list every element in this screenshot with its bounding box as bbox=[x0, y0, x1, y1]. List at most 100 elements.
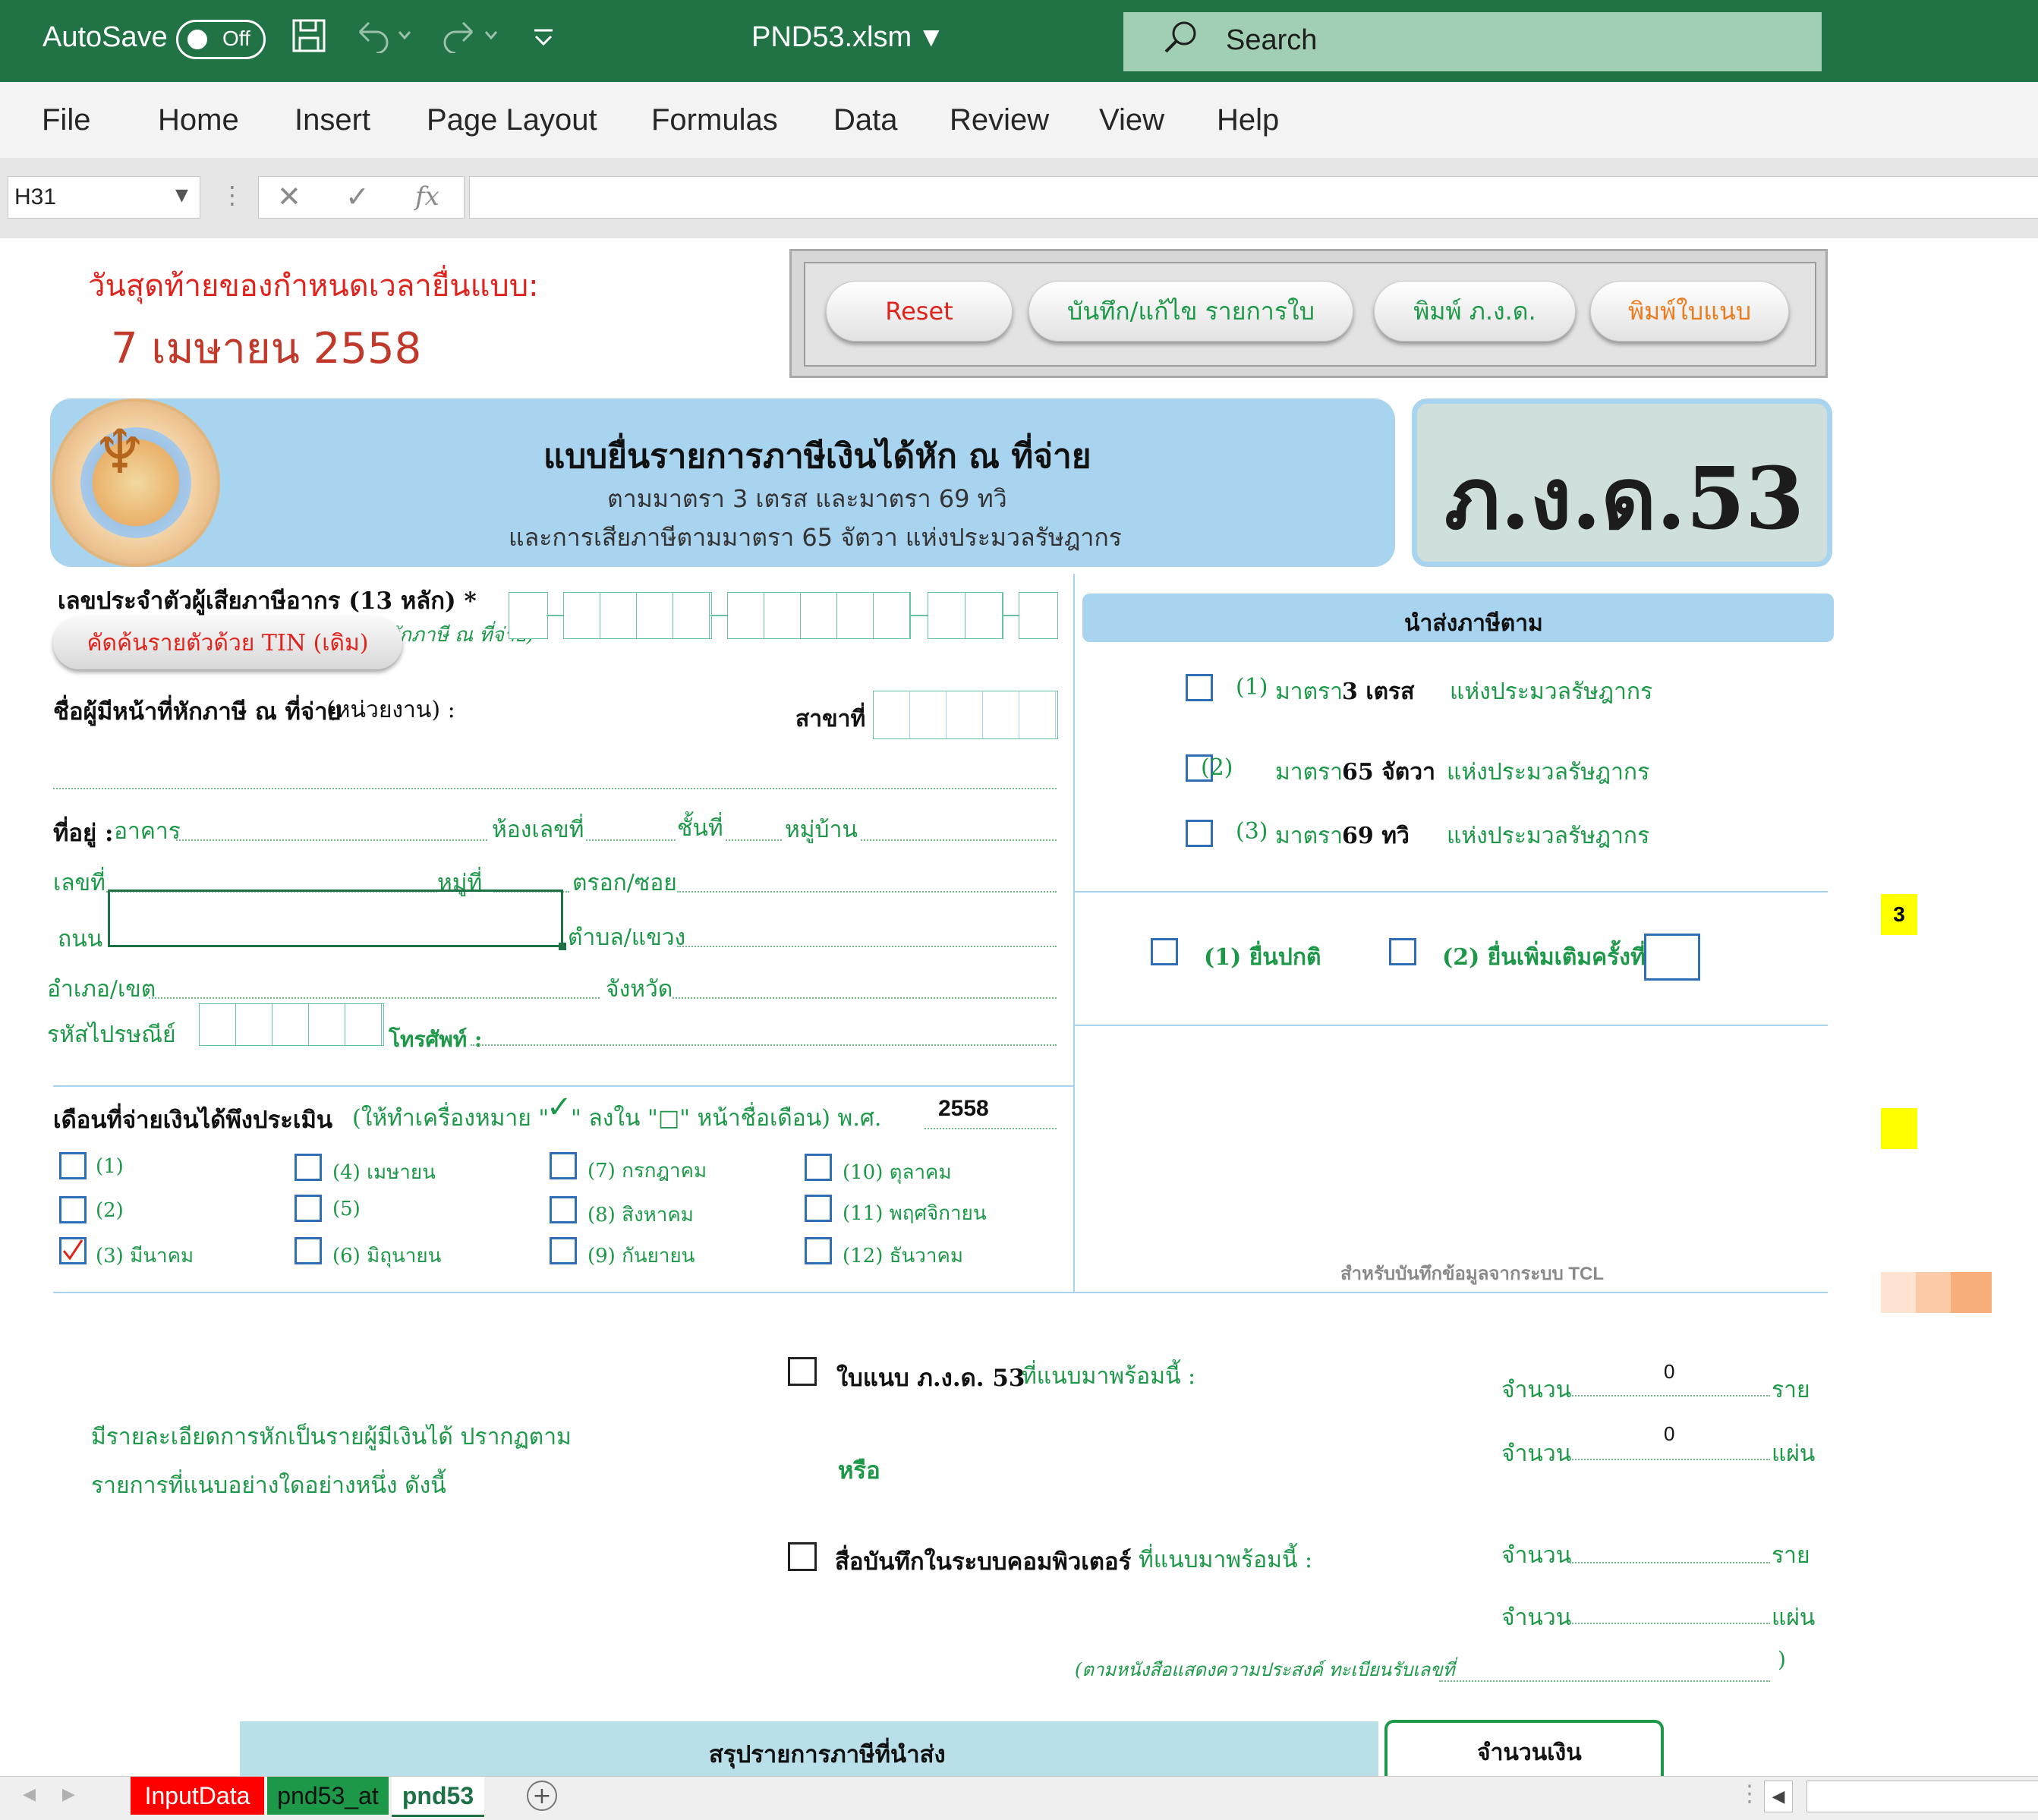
save-icon[interactable] bbox=[291, 18, 326, 61]
cancel-icon[interactable]: ✕ bbox=[277, 180, 301, 213]
month-7-label: (7) กรกฎาคม bbox=[587, 1160, 707, 1182]
scroll-left-icon[interactable]: ◀ bbox=[1764, 1781, 1793, 1812]
tax-year[interactable]: 2558 bbox=[938, 1096, 989, 1122]
tin-digit-box[interactable] bbox=[1019, 592, 1058, 639]
remit-title: นำส่งภาษีตาม bbox=[1404, 610, 1543, 637]
divider-line bbox=[53, 1292, 1073, 1293]
scroll-tabs-left-icon[interactable]: ◀ bbox=[23, 1785, 36, 1804]
month-1-checkbox[interactable] bbox=[59, 1152, 87, 1179]
tin-digit-group[interactable] bbox=[727, 592, 911, 639]
month-8-checkbox[interactable] bbox=[550, 1196, 577, 1223]
tab-formulas[interactable]: Formulas bbox=[651, 103, 778, 137]
subdistrict-line[interactable] bbox=[677, 946, 1057, 947]
more-options-icon[interactable]: ⋮ bbox=[220, 181, 244, 209]
tcl-note: สำหรับบันทึกข้อมูลจากระบบ TCL bbox=[1340, 1264, 1605, 1284]
tab-file[interactable]: File bbox=[42, 103, 90, 137]
tin-digit-box[interactable] bbox=[509, 592, 548, 639]
tin-separator bbox=[1002, 615, 1019, 616]
village-line[interactable] bbox=[861, 839, 1057, 841]
sheet-tab-inputdata[interactable]: InputData bbox=[131, 1777, 264, 1815]
name-box[interactable]: H31 ▼ bbox=[8, 176, 200, 219]
media-sheets-line[interactable] bbox=[1570, 1623, 1770, 1624]
month-9-checkbox[interactable] bbox=[550, 1237, 577, 1264]
file-name[interactable]: PND53.xlsm bbox=[751, 21, 912, 54]
month-3-checkbox[interactable] bbox=[59, 1237, 87, 1264]
additional-filing-checkbox[interactable] bbox=[1389, 938, 1416, 965]
formula-input[interactable] bbox=[469, 176, 2038, 219]
month-12-checkbox[interactable] bbox=[805, 1237, 832, 1264]
media-persons-line[interactable] bbox=[1570, 1562, 1770, 1563]
postal-code-boxes[interactable] bbox=[199, 1003, 384, 1046]
attach-sheets-unit: แผ่น bbox=[1772, 1441, 1816, 1467]
tab-page-layout[interactable]: Page Layout bbox=[427, 103, 597, 137]
tab-insert[interactable]: Insert bbox=[295, 103, 370, 137]
customize-toolbar-icon[interactable] bbox=[530, 18, 557, 61]
phone-line[interactable] bbox=[471, 1044, 1057, 1046]
month-5-checkbox[interactable] bbox=[295, 1195, 322, 1222]
side-marker bbox=[1916, 1272, 1951, 1313]
room-line[interactable] bbox=[586, 839, 676, 841]
insert-function-icon[interactable]: fx bbox=[415, 181, 439, 212]
payer-name-line[interactable] bbox=[53, 788, 1057, 789]
province-line[interactable] bbox=[673, 997, 1057, 999]
month-11-checkbox[interactable] bbox=[805, 1195, 832, 1222]
fill-handle[interactable] bbox=[559, 943, 566, 950]
payer-name-label: ชื่อผู้มีหน้าที่หักภาษี ณ ที่จ่าย bbox=[53, 698, 342, 726]
amount-header: จำนวนเงิน bbox=[1477, 1740, 1582, 1766]
tab-view[interactable]: View bbox=[1099, 103, 1164, 137]
tab-help[interactable]: Help bbox=[1217, 103, 1279, 137]
form-title: แบบยื่นรายการภาษีเงินได้หัก ณ ที่จ่าย bbox=[543, 437, 1091, 476]
scroll-tabs-right-icon[interactable]: ▶ bbox=[62, 1785, 75, 1804]
month-10-checkbox[interactable] bbox=[805, 1154, 832, 1181]
search-box[interactable]: Search bbox=[1123, 12, 1822, 71]
remit-option-1-suffix: แห่งประมวลรัษฎากร bbox=[1450, 679, 1653, 705]
undo-icon[interactable] bbox=[354, 18, 414, 61]
sheet-tab-pnd53-at[interactable]: pnd53_at bbox=[267, 1777, 389, 1815]
additional-filing-count-box[interactable] bbox=[1644, 934, 1700, 981]
month-4-checkbox[interactable] bbox=[295, 1154, 322, 1181]
tin-digit-group[interactable] bbox=[563, 592, 712, 639]
tab-home[interactable]: Home bbox=[158, 103, 239, 137]
attachment-form-checkbox[interactable] bbox=[788, 1357, 817, 1386]
attach-sheets-value[interactable]: 0 bbox=[1664, 1422, 1674, 1446]
attach-persons-value[interactable]: 0 bbox=[1664, 1360, 1674, 1384]
remit-option-3-checkbox[interactable] bbox=[1186, 820, 1213, 847]
phone-label: โทรศัพท์ : bbox=[389, 1027, 483, 1052]
month-6-checkbox[interactable] bbox=[295, 1237, 322, 1264]
add-sheet-icon[interactable]: + bbox=[527, 1781, 557, 1811]
tin-digit-group[interactable] bbox=[928, 592, 1003, 639]
sheet-tab-pnd53[interactable]: pnd53 bbox=[392, 1777, 484, 1817]
attach-count-label: จำนวน bbox=[1501, 1441, 1572, 1467]
horizontal-scrollbar[interactable] bbox=[1806, 1781, 2038, 1812]
soi-line[interactable] bbox=[677, 891, 1057, 893]
reset-button[interactable]: Reset bbox=[826, 281, 1013, 342]
enter-icon[interactable]: ✓ bbox=[345, 180, 370, 213]
normal-filing-checkbox[interactable] bbox=[1151, 938, 1178, 965]
floor-line[interactable] bbox=[726, 839, 782, 841]
media-persons-unit: ราย bbox=[1772, 1542, 1810, 1569]
month-5-label: (5) bbox=[332, 1198, 361, 1220]
tab-data[interactable]: Data bbox=[833, 103, 898, 137]
print-form-button[interactable]: พิมพ์ ภ.ง.ด. bbox=[1374, 281, 1576, 342]
tab-review[interactable]: Review bbox=[950, 103, 1049, 137]
redo-icon[interactable] bbox=[440, 18, 501, 61]
registration-close: ) bbox=[1778, 1647, 1786, 1672]
building-line[interactable] bbox=[176, 839, 487, 841]
month-2-checkbox[interactable] bbox=[59, 1196, 87, 1223]
media-checkbox[interactable] bbox=[788, 1542, 817, 1571]
district-line[interactable] bbox=[149, 997, 600, 999]
save-edit-button[interactable]: บันทึก/แก้ไข รายการใบ bbox=[1028, 281, 1353, 342]
month-7-checkbox[interactable] bbox=[550, 1152, 577, 1179]
chevron-down-icon[interactable]: ▼ bbox=[175, 186, 188, 205]
tin-search-button[interactable]: คัดค้นรายตัวด้วย TIN (เดิม) bbox=[53, 616, 402, 669]
more-options-icon[interactable]: ⋮ bbox=[1738, 1781, 1761, 1807]
registration-line[interactable] bbox=[1439, 1680, 1770, 1682]
remit-option-1-checkbox[interactable] bbox=[1186, 674, 1213, 701]
side-marker bbox=[1951, 1272, 1992, 1313]
autosave-toggle[interactable]: Off bbox=[176, 20, 266, 59]
subdistrict-label: ตำบล/แขวง bbox=[568, 924, 686, 951]
branch-number-boxes[interactable] bbox=[873, 691, 1058, 739]
selected-cell-road[interactable] bbox=[108, 890, 563, 947]
print-attachment-button[interactable]: พิมพ์ใบแนบ bbox=[1590, 281, 1789, 342]
chevron-down-icon[interactable]: ▼ bbox=[923, 24, 940, 49]
